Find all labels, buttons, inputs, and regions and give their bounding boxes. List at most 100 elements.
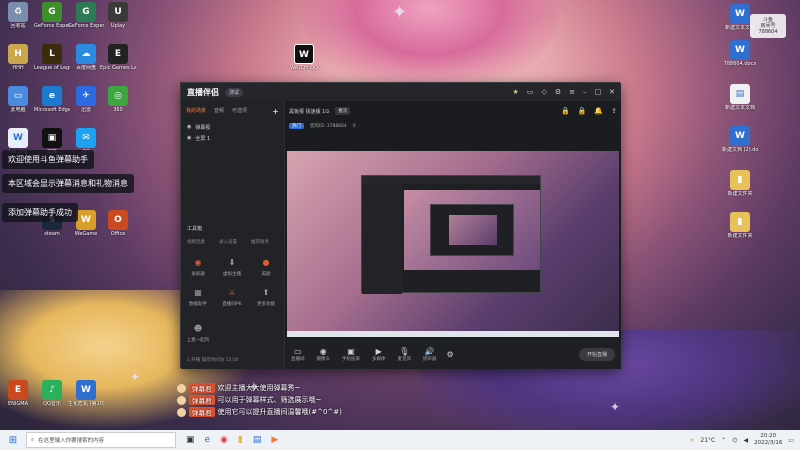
stream-preview[interactable] xyxy=(287,151,619,337)
tab-recommend[interactable]: 推荐服务 xyxy=(251,239,269,245)
source-row[interactable]: ◉ 全屏 1 xyxy=(181,133,284,144)
desktop-icon[interactable]: O Office xyxy=(100,210,136,237)
edge-icon[interactable]: e xyxy=(205,435,211,445)
menu-icon[interactable]: ≡ xyxy=(569,88,575,96)
notification-text: 欢迎使用斗鱼弹幕助手 xyxy=(8,155,88,164)
settings-gear-icon[interactable]: ⚙ xyxy=(447,350,454,359)
source-row[interactable]: ◉ 弹幕视 xyxy=(181,122,284,133)
desktop-icon[interactable]: W新建文档 (2).docx xyxy=(722,126,758,153)
start-button[interactable]: ⊞ xyxy=(0,435,26,446)
minimize-icon[interactable]: – xyxy=(583,88,587,96)
app-icon: ▤ xyxy=(730,84,750,104)
message-icon[interactable]: ▭ xyxy=(527,88,534,96)
desktop-icon[interactable]: H HHH xyxy=(0,44,36,71)
bottom-tool-button[interactable]: 🔊 扬声器 xyxy=(423,347,437,362)
scene-header: 黑板报 极速版 1G 推流 🔒 🔒 🔔 ⇪ xyxy=(285,101,621,121)
desktop-icon[interactable]: E ENIGMA xyxy=(0,380,36,407)
bottom-toolbar: ▭ 直播间 ◉ 摄像头 ▣ 手机投屏 ▶ 多媒体 🎙 麦克风 🔊 扬声器 ⚙ 开始直播 xyxy=(285,339,621,369)
desktop-icon-label: 新建文件夹 xyxy=(727,191,753,197)
desktop-icon-label: steam xyxy=(44,231,60,237)
chrome-icon[interactable]: ◉ xyxy=(220,435,228,445)
star-icon[interactable]: ★ xyxy=(513,88,519,96)
add-scene-icon[interactable]: + xyxy=(272,107,279,116)
tool-button[interactable]: ☻ 上麦一起玩 xyxy=(183,323,213,343)
store-icon[interactable]: ▤ xyxy=(253,435,262,445)
desktop-icon-label: 迅雷 xyxy=(80,107,91,113)
bottom-tool-button[interactable]: ▭ 直播间 xyxy=(291,347,305,362)
desktop-icon[interactable]: ▮ 新建文件夹 xyxy=(722,212,758,239)
eye-icon[interactable]: ◉ xyxy=(187,124,191,131)
weather-icon[interactable]: ☀ xyxy=(689,437,694,444)
bottom-tool-button[interactable]: ▣ 手机投屏 xyxy=(342,347,360,362)
tool-button[interactable]: ▦ 数据助手 xyxy=(183,287,213,307)
lock-icon[interactable]: 🔒 xyxy=(561,107,570,115)
window-controls: ★ ▭ ◇ ⚙ ≡ – □ ✕ xyxy=(513,88,615,96)
desktop-icon[interactable]: EEpic Games Launcher xyxy=(100,44,136,71)
desktop-icon[interactable]: ▮ 新建文件夹 xyxy=(722,170,758,197)
settings-icon[interactable]: ⚙ xyxy=(555,88,561,96)
desktop-icon[interactable]: ☁ 百度网盘 xyxy=(68,44,104,71)
app-icon: G xyxy=(42,2,62,22)
scene-tag[interactable]: 推流 xyxy=(335,107,351,115)
eye-icon[interactable]: ◉ xyxy=(187,135,191,142)
app-icon: U xyxy=(108,2,128,22)
tool-button[interactable]: ◉ 录屏器 xyxy=(183,257,213,277)
streamer-app-icon[interactable]: ▶ xyxy=(271,435,278,445)
desktop-icon[interactable]: GGeForce Experience xyxy=(34,2,70,29)
bottom-tool-button[interactable]: 🎙 麦克风 xyxy=(398,347,412,362)
tool-label: 更多功能 xyxy=(257,302,275,307)
tool-button[interactable]: ⚔ 直播间PK xyxy=(217,287,247,307)
scene-tabs: 我的场景 音频 可选项 + xyxy=(181,101,284,122)
bottom-tool-icon: ◉ xyxy=(319,346,327,356)
weather-temp[interactable]: 21°C xyxy=(700,437,715,444)
share-icon[interactable]: ⇪ xyxy=(611,107,617,115)
chevron-up-icon[interactable]: ⌃ xyxy=(721,437,726,444)
tool-icon: ▦ xyxy=(194,288,202,297)
tool-button[interactable]: ⬆ 更多功能 xyxy=(251,287,281,307)
tab-record-settings[interactable]: 录入设置 xyxy=(219,239,237,245)
maximize-icon[interactable]: □ xyxy=(595,88,602,96)
tool-label: 美颜 xyxy=(261,272,271,277)
task-view-icon[interactable]: ▣ xyxy=(186,435,195,445)
close-icon[interactable]: ✕ xyxy=(609,88,615,96)
taskbar-search[interactable]: ⌕ 在这里输入你要搜索的内容 xyxy=(26,432,176,448)
bell-icon[interactable]: 🔔 xyxy=(594,107,603,115)
bottom-tool-button[interactable]: ▶ 多媒体 xyxy=(372,347,386,362)
desktop-icon[interactable]: W 788604.docx xyxy=(722,40,758,67)
start-live-button[interactable]: 开始直播 xyxy=(578,347,615,361)
gift-icon[interactable]: ◇ xyxy=(541,88,546,96)
tool-button[interactable]: ● 美颜 xyxy=(251,257,281,277)
desktop-icon[interactable]: GGeForce Experience xyxy=(68,2,104,29)
clock[interactable]: 20:20 2022/3/16 xyxy=(754,433,782,447)
tab-options[interactable]: 可选项 xyxy=(232,107,247,116)
tab-video-link[interactable]: 视频连麦 xyxy=(187,239,205,245)
desktop-icon[interactable]: ▤ 新建文本文档 xyxy=(722,84,758,111)
desktop-icon[interactable]: W生化危机 (第10).docx xyxy=(68,380,104,407)
desktop-icon[interactable]: ▭ 此电脑 xyxy=(0,86,36,113)
desktop-icon[interactable]: ◎ 360 xyxy=(100,86,136,113)
desktop-icon[interactable]: ✈ 迅雷 xyxy=(68,86,104,113)
desktop-icon[interactable]: LLeague of Legends xyxy=(34,44,70,71)
app-icon: ▭ xyxy=(8,86,28,106)
app-titlebar[interactable]: 直播伴侣 测试 ★ ▭ ◇ ⚙ ≡ – □ ✕ xyxy=(181,83,621,101)
folder-icon[interactable]: ▮ xyxy=(238,435,243,445)
desktop-icon-watchdogs[interactable]: W WATCH_DO xyxy=(286,44,322,71)
desktop-icon[interactable]: U Uplay xyxy=(100,2,136,29)
hot-badge[interactable]: 热门 xyxy=(289,123,304,129)
bottom-tool-button[interactable]: ◉ 摄像头 xyxy=(317,347,331,362)
desktop-icon[interactable]: ♪ QQ音乐 xyxy=(34,380,70,407)
lock-icon[interactable]: 🔒 xyxy=(578,107,587,115)
tool-button[interactable]: ⬇ 虚拟主播 xyxy=(217,257,247,277)
desktop-icon[interactable]: e Microsoft Edge xyxy=(34,86,70,113)
tab-scenes[interactable]: 我的场景 xyxy=(186,107,206,116)
bottom-tool-icon: 🔊 xyxy=(424,346,435,356)
taskbar-apps: ▣ e ◉ ▮ ▤ ▶ xyxy=(186,435,278,445)
notification-center-icon[interactable]: ▭ xyxy=(788,437,794,444)
desktop-icon-label: 百度网盘 xyxy=(75,65,96,71)
desktop-icon[interactable]: ♻ 回收站 xyxy=(0,2,36,29)
windows-taskbar: ⊞ ⌕ 在这里输入你要搜索的内容 ▣ e ◉ ▮ ▤ ▶ ☀ 21°C ⌃ ⌬ … xyxy=(0,430,800,450)
tab-audio[interactable]: 音频 xyxy=(214,107,224,116)
bottom-tool-icon: ▭ xyxy=(293,346,302,356)
network-icon[interactable]: ⌬ xyxy=(732,437,737,444)
volume-icon[interactable]: ◀ xyxy=(744,437,749,444)
